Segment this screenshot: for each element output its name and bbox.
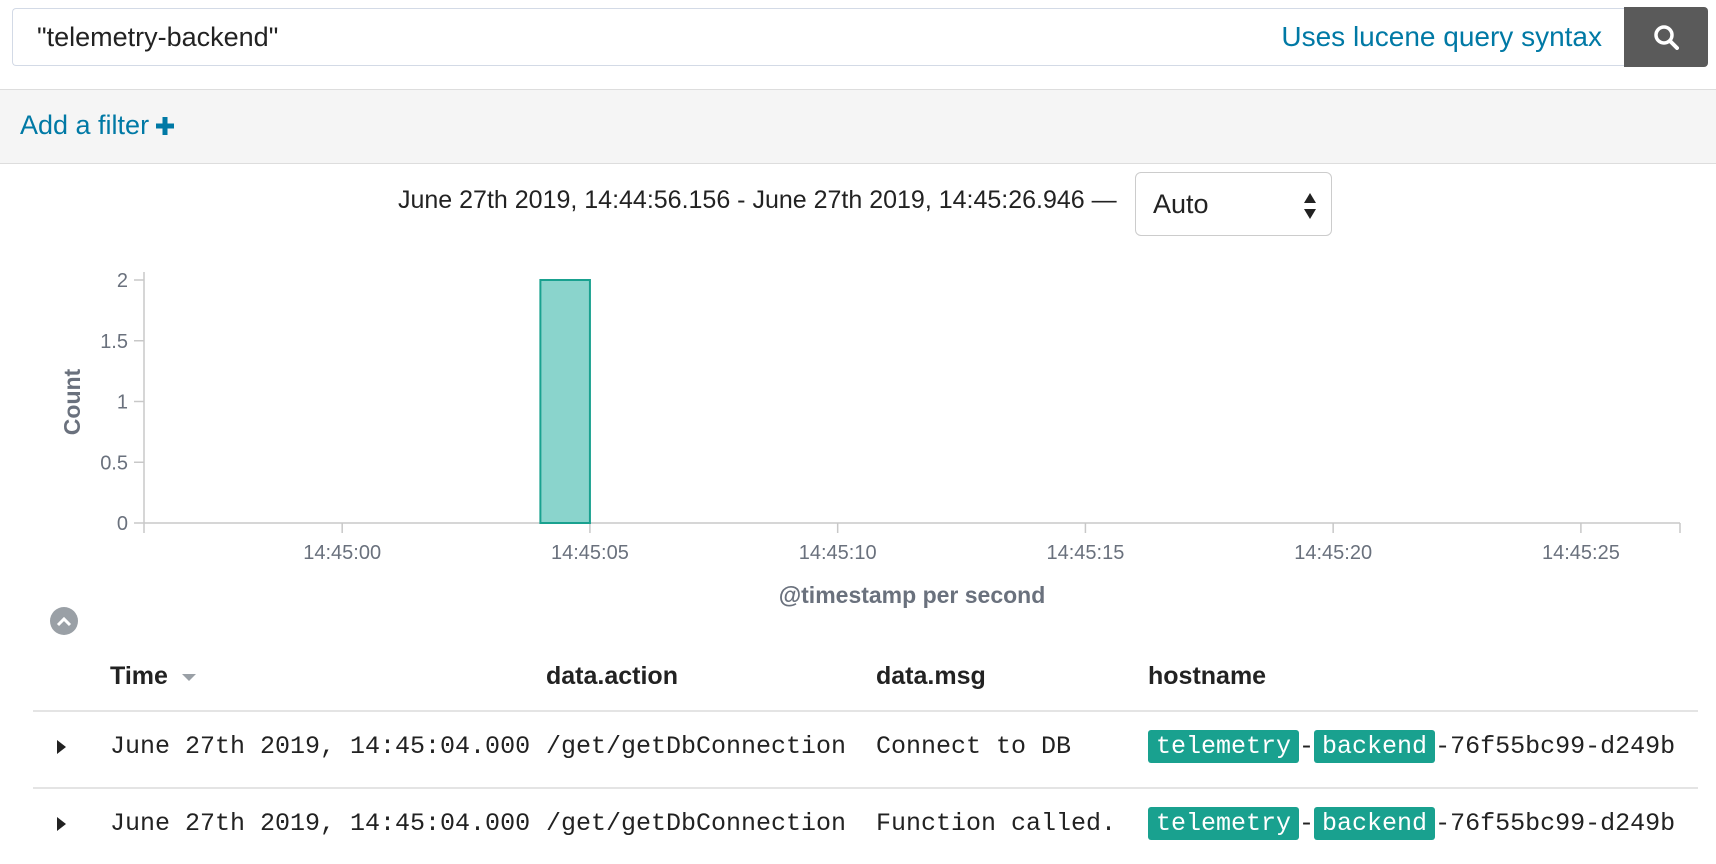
x-tick-label: 14:45:00 — [303, 542, 381, 564]
cell-hostname: telemetry - backend -76f55bc99-d249b — [1148, 807, 1676, 840]
highlight-term: telemetry — [1148, 807, 1300, 840]
histogram-bar — [539, 279, 591, 524]
filter-bar: Add a filter — [0, 89, 1716, 164]
hostname-suffix: -76f55bc99-d249b — [1435, 809, 1676, 838]
hostname-suffix: -76f55bc99-d249b — [1435, 732, 1676, 761]
highlight-term: backend — [1314, 807, 1436, 840]
column-header-time[interactable]: Time — [110, 662, 197, 691]
y-tick-label: 1 — [117, 392, 128, 414]
x-tick-label: 14:45:10 — [799, 542, 877, 564]
y-tick-label: 1.5 — [100, 331, 128, 353]
x-tick-label: 14:45:15 — [1046, 542, 1124, 564]
interval-select-value: Auto — [1153, 189, 1209, 219]
select-arrows-icon — [1304, 193, 1316, 219]
search-icon — [1654, 25, 1679, 50]
document-table: Time data.action data.msg hostname June … — [33, 650, 1698, 864]
time-range-label: June 27th 2019, 14:44:56.156 - June 27th… — [398, 186, 1117, 214]
lucene-syntax-link[interactable]: Uses lucene query syntax — [1281, 21, 1624, 53]
highlight-term: backend — [1314, 730, 1436, 763]
search-input[interactable] — [13, 9, 1282, 65]
search-box: Uses lucene query syntax — [12, 8, 1624, 66]
hostname-separator: - — [1299, 732, 1315, 761]
search-bar: Uses lucene query syntax — [12, 7, 1708, 68]
column-time-label: Time — [110, 662, 168, 690]
table-row[interactable]: June 27th 2019, 14:45:04.000 /get/getDbC… — [33, 712, 1698, 789]
highlight-term: telemetry — [1148, 730, 1300, 763]
cell-hostname: telemetry - backend -76f55bc99-d249b — [1148, 730, 1676, 763]
add-filter-label: Add a filter — [20, 110, 150, 140]
y-tick-label: 0 — [117, 513, 128, 535]
cell-action: /get/getDbConnection — [546, 809, 847, 838]
expand-row-icon[interactable] — [57, 740, 66, 754]
plus-icon — [156, 116, 175, 135]
expand-row-icon[interactable] — [57, 817, 66, 831]
table-header: Time data.action data.msg hostname — [33, 650, 1698, 712]
chevron-up-icon — [56, 616, 72, 627]
x-tick-label: 14:45:05 — [551, 542, 629, 564]
cell-action: /get/getDbConnection — [546, 732, 847, 761]
histogram-chart: 0 0.5 1 1.5 2 14:45:00 14:45:05 14:45:10 14:45:1… — [59, 270, 1681, 608]
column-header-action[interactable]: data.action — [546, 662, 678, 691]
table-row[interactable]: June 27th 2019, 14:45:04.000 /get/getDbC… — [33, 789, 1698, 864]
cell-time: June 27th 2019, 14:45:04.000 — [110, 809, 531, 838]
cell-time: June 27th 2019, 14:45:04.000 — [110, 732, 531, 761]
column-header-msg[interactable]: data.msg — [876, 662, 986, 691]
hostname-separator: - — [1299, 809, 1315, 838]
x-tick-label: 14:45:25 — [1542, 542, 1620, 564]
interval-select[interactable]: Auto — [1135, 172, 1332, 236]
y-tick-label: 0.5 — [100, 452, 128, 474]
search-button[interactable] — [1624, 7, 1708, 67]
cell-msg: Connect to DB — [876, 732, 1072, 761]
column-header-hostname[interactable]: hostname — [1148, 662, 1266, 691]
cell-msg: Function called. — [876, 809, 1117, 838]
x-axis-label: @timestamp per second — [779, 582, 1046, 608]
y-axis-label: Count — [59, 368, 85, 435]
x-tick-label: 14:45:20 — [1294, 542, 1372, 564]
collapse-chart-button[interactable] — [50, 607, 78, 635]
add-filter-button[interactable]: Add a filter — [20, 110, 175, 141]
sort-descending-icon[interactable] — [181, 672, 197, 682]
y-tick-label: 2 — [117, 270, 128, 292]
